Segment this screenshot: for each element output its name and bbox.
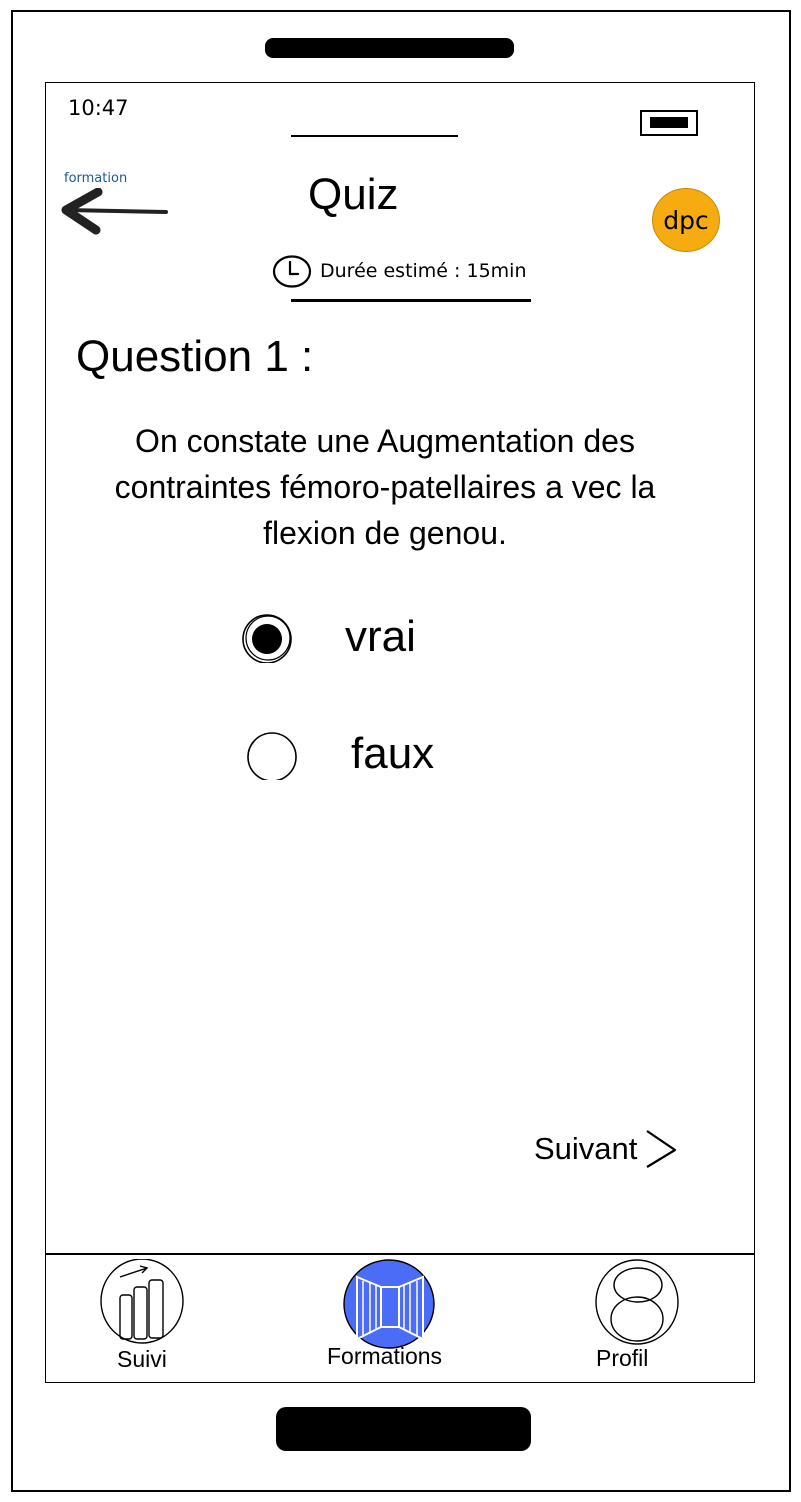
book-icon	[343, 1259, 435, 1349]
user-icon	[595, 1259, 679, 1345]
duration-text: Durée estimé : 15min	[320, 260, 527, 282]
back-label[interactable]: formation	[64, 171, 127, 186]
status-time: 10:47	[68, 96, 129, 120]
chevron-right-icon	[646, 1130, 677, 1168]
back-arrow-icon[interactable]	[60, 188, 170, 236]
clock-icon	[272, 254, 312, 288]
tabbar-divider	[45, 1253, 755, 1255]
page-title: Quiz	[308, 170, 399, 219]
tab-profil[interactable]	[595, 1259, 681, 1349]
home-indicator[interactable]	[276, 1407, 531, 1451]
tab-formations[interactable]	[343, 1259, 437, 1355]
answer-option-vrai[interactable]: vrai	[241, 611, 416, 663]
tab-label-suivi[interactable]: Suivi	[117, 1346, 167, 1373]
answer-label: vrai	[345, 612, 416, 661]
speaker-slot	[265, 38, 514, 58]
battery-icon	[640, 110, 698, 136]
title-underline	[291, 299, 531, 302]
radio-unselected-icon[interactable]	[245, 728, 297, 780]
notch-line	[291, 135, 458, 137]
tab-suivi[interactable]	[100, 1258, 186, 1349]
tab-label-profil[interactable]: Profil	[596, 1345, 648, 1372]
answer-label: faux	[351, 729, 435, 778]
bar-chart-icon	[100, 1258, 184, 1344]
answer-option-faux[interactable]: faux	[245, 728, 434, 780]
tab-label-formations[interactable]: Formations	[327, 1343, 442, 1370]
estimated-duration: Durée estimé : 15min	[272, 253, 527, 289]
next-label: Suivant	[534, 1131, 638, 1166]
dpc-badge[interactable]: dpc	[652, 188, 720, 252]
radio-selected-icon[interactable]	[241, 611, 293, 663]
question-text: On constate une Augmentation des contrai…	[114, 423, 656, 551]
next-button[interactable]: Suivant	[534, 1128, 679, 1170]
question-heading: Question 1 :	[76, 332, 314, 381]
